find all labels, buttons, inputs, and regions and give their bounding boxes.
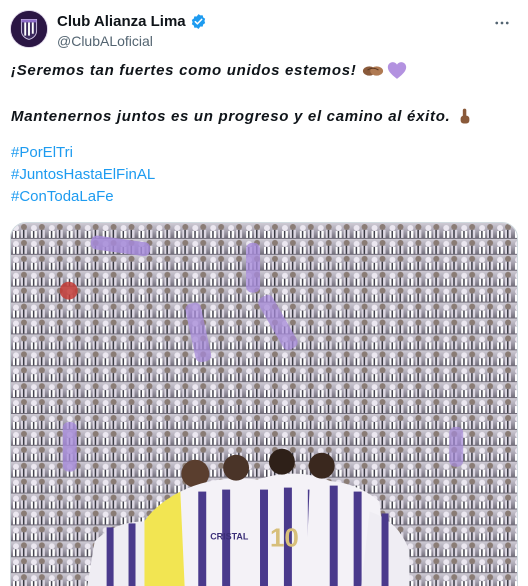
tweet-line-1: ¡Seremos tan fuertes como unidos estemos… [11, 60, 518, 82]
purple-heart-icon [387, 61, 407, 81]
tweet-text: ¡Seremos tan fuertes como unidos estemos… [11, 60, 518, 208]
tweet-media-image[interactable]: 10 CRISTAL [10, 222, 518, 586]
hashtag-link[interactable]: #ConTodaLaFe [11, 186, 518, 208]
tweet-line-1-text: ¡Seremos tan fuertes como unidos estemos… [11, 62, 357, 79]
pointing-up-icon [458, 107, 472, 127]
hashtag-link[interactable]: #PorElTri [11, 142, 518, 164]
tweet-line-2: Mantenernos juntos es un progreso y el c… [11, 106, 518, 128]
more-dots-icon [495, 21, 509, 25]
club-crest-icon [11, 11, 47, 47]
jersey-number: 10 [270, 524, 299, 552]
jersey-sponsor: CRISTAL [210, 531, 249, 541]
author-block: Club Alianza Lima @ClubALoficial [57, 12, 207, 49]
tweet-header: Club Alianza Lima @ClubALoficial [10, 10, 518, 50]
author-handle[interactable]: @ClubALoficial [57, 33, 207, 49]
tweet-line-2-text: Mantenernos juntos es un progreso y el c… [11, 108, 451, 125]
hashtag-link[interactable]: #JuntosHastaElFinAL [11, 164, 518, 186]
display-name[interactable]: Club Alianza Lima [57, 13, 186, 30]
handshake-icon [362, 61, 384, 81]
avatar[interactable] [10, 10, 48, 48]
more-options-button[interactable] [490, 12, 514, 34]
verified-badge-icon [190, 13, 207, 30]
team-huddle-photo: 10 CRISTAL [11, 223, 517, 586]
